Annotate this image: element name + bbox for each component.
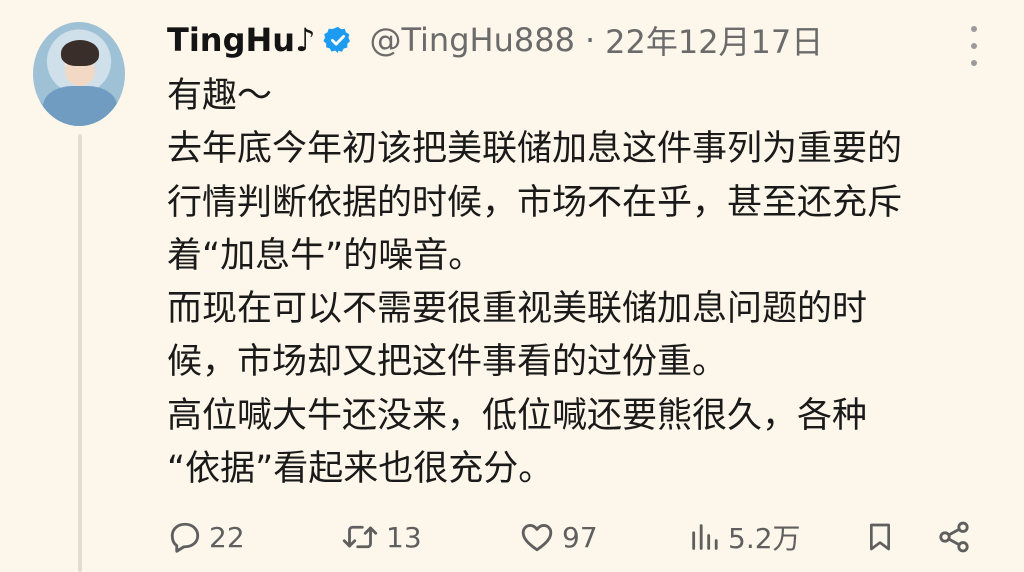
views-button[interactable]: 5.2万 <box>688 512 801 562</box>
avatar[interactable] <box>33 22 125 126</box>
share-icon <box>936 519 972 555</box>
like-count: 97 <box>562 520 598 554</box>
more-dot <box>971 60 977 66</box>
reply-icon <box>167 519 203 555</box>
like-button[interactable]: 97 <box>518 512 598 562</box>
tweet-line: 候，市场却又把这件事看的过份重。 <box>167 342 728 383</box>
more-options-icon[interactable] <box>968 26 980 66</box>
display-name[interactable]: TingHu♪ <box>167 21 315 59</box>
tweet-line: 高位喊大牛还没来，低位喊还要熊很久，各种 <box>167 395 868 436</box>
views-icon <box>688 519 722 555</box>
tweet-body: 有趣～ 去年底今年初该把美联储加息这件事列为重要的 行情判断依据的时候，市场不在… <box>167 70 997 496</box>
handle[interactable]: @TingHu888 <box>369 21 574 59</box>
thread-line <box>78 134 82 572</box>
action-bar: 22 13 97 5.2万 <box>0 512 1024 562</box>
avatar-hair <box>61 40 99 66</box>
reply-count: 22 <box>209 520 245 554</box>
avatar-shirt <box>43 86 117 126</box>
tweet-line: 着“加息牛”的噪音。 <box>167 235 484 276</box>
views-count: 5.2万 <box>728 522 801 555</box>
tweet-line: 去年底今年初该把美联储加息这件事列为重要的 <box>167 129 903 170</box>
tweet-line: 有趣～ <box>167 76 273 116</box>
bookmark-icon <box>864 519 896 555</box>
bookmark-button[interactable] <box>864 512 896 562</box>
tweet-line: 行情判断依据的时候，市场不在乎，甚至还充斥 <box>167 182 903 223</box>
retweet-button[interactable]: 13 <box>340 512 422 562</box>
retweet-icon <box>340 519 380 555</box>
tweet-line: “依据”看起来也很充分。 <box>167 449 554 490</box>
more-dot <box>971 26 977 32</box>
share-button[interactable] <box>936 512 972 562</box>
tweet-date[interactable]: 22年12月17日 <box>605 17 823 63</box>
heart-icon <box>518 519 556 555</box>
tweet-header: TingHu♪ @TingHu888 · 22年12月17日 <box>167 17 823 63</box>
verified-badge-icon <box>323 25 353 55</box>
more-dot <box>971 43 977 49</box>
retweet-count: 13 <box>386 520 422 554</box>
tweet-line: 而现在可以不需要很重视美联储加息问题的时 <box>167 289 868 330</box>
meta-separator: · <box>584 21 596 59</box>
reply-button[interactable]: 22 <box>167 512 245 562</box>
